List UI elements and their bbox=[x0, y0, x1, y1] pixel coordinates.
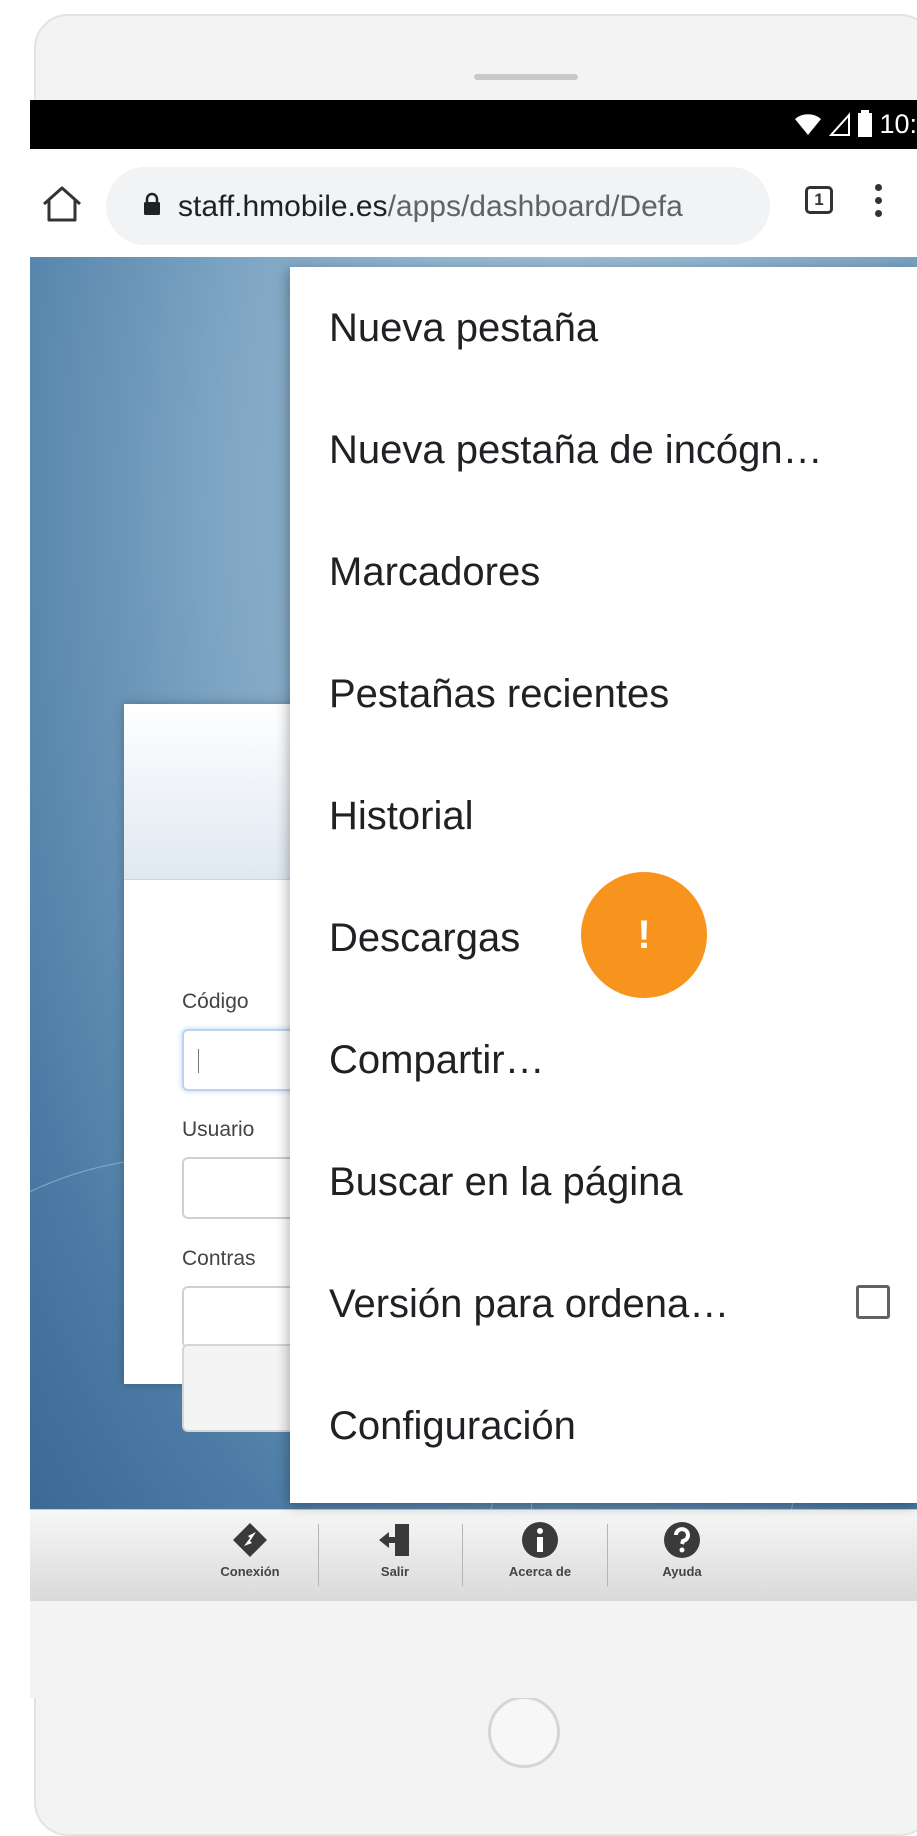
bottom-bar-separator bbox=[318, 1524, 319, 1586]
alert-badge: ! bbox=[581, 872, 707, 998]
url-text: staff.hmobile.es/apps/dashboard/Defa bbox=[178, 190, 683, 224]
menu-item-label: Nueva pestaña bbox=[329, 305, 599, 350]
status-time: 10: bbox=[879, 108, 917, 139]
password-label: Contras bbox=[182, 1247, 256, 1270]
url-host: staff.hmobile.es bbox=[178, 190, 388, 223]
info-icon bbox=[522, 1522, 558, 1558]
text-caret bbox=[198, 1049, 199, 1073]
signal-icon bbox=[829, 112, 851, 136]
connection-label: Conexión bbox=[220, 1564, 280, 1579]
about-label: Acerca de bbox=[508, 1564, 572, 1579]
bottom-bar-separator bbox=[607, 1524, 608, 1586]
exit-label: Salir bbox=[380, 1564, 410, 1579]
tab-switcher-button[interactable]: 1 bbox=[805, 186, 833, 214]
about-button[interactable]: Acerca de bbox=[490, 1520, 590, 1579]
menu-item-history[interactable]: Historial bbox=[290, 755, 917, 877]
user-label: Usuario bbox=[182, 1118, 255, 1141]
menu-item-label: Nueva pestaña de incógn… bbox=[329, 427, 823, 472]
battery-icon bbox=[858, 110, 873, 137]
wifi-icon bbox=[795, 114, 822, 135]
menu-item-find-in-page[interactable]: Buscar en la página bbox=[290, 1121, 917, 1243]
screen-bottom-area bbox=[30, 1601, 917, 1698]
home-icon[interactable] bbox=[40, 184, 84, 224]
device-screen: 10: staff.hmobile.es/apps/dashboard/Defa… bbox=[30, 100, 917, 1698]
menu-item-recent-tabs[interactable]: Pestañas recientes bbox=[290, 633, 917, 755]
url-path: /apps/dashboard/Defa bbox=[387, 190, 683, 223]
menu-item-label: Marcadores bbox=[329, 549, 541, 594]
device-speaker bbox=[474, 74, 578, 80]
help-button[interactable]: Ayuda bbox=[632, 1520, 732, 1579]
menu-item-new-tab[interactable]: Nueva pestaña bbox=[290, 267, 917, 389]
connection-button[interactable]: Conexión bbox=[200, 1520, 300, 1579]
more-options-icon[interactable] bbox=[875, 184, 883, 224]
menu-item-label: Configuración bbox=[329, 1403, 576, 1448]
device-home-button[interactable] bbox=[488, 1696, 560, 1768]
lock-icon bbox=[144, 192, 160, 215]
menu-item-label: Versión para ordena… bbox=[329, 1281, 730, 1326]
exit-door-icon bbox=[379, 1524, 409, 1556]
code-label: Código bbox=[182, 990, 249, 1013]
menu-item-label: Pestañas recientes bbox=[329, 671, 670, 716]
address-bar[interactable]: staff.hmobile.es/apps/dashboard/Defa bbox=[106, 167, 770, 245]
menu-item-share[interactable]: Compartir… bbox=[290, 999, 917, 1121]
help-icon bbox=[664, 1522, 700, 1558]
exit-button[interactable]: Salir bbox=[345, 1520, 445, 1579]
menu-item-settings[interactable]: Configuración bbox=[290, 1365, 917, 1487]
menu-item-desktop-site[interactable]: Versión para ordena… bbox=[290, 1243, 917, 1365]
status-bar: 10: bbox=[30, 100, 917, 149]
menu-item-label: Buscar en la página bbox=[329, 1159, 683, 1204]
status-icons: 10: bbox=[793, 109, 917, 139]
connection-icon bbox=[233, 1523, 267, 1557]
bottom-bar-separator bbox=[462, 1524, 463, 1586]
menu-item-bookmarks[interactable]: Marcadores bbox=[290, 511, 917, 633]
app-bottom-bar: Conexión Salir Acerca de Ayuda bbox=[30, 1509, 917, 1602]
menu-item-new-incognito-tab[interactable]: Nueva pestaña de incógn… bbox=[290, 389, 917, 511]
help-label: Ayuda bbox=[662, 1564, 702, 1579]
browser-toolbar: staff.hmobile.es/apps/dashboard/Defa 1 bbox=[30, 149, 917, 257]
menu-item-label: Historial bbox=[329, 793, 474, 838]
desktop-site-checkbox[interactable] bbox=[856, 1285, 890, 1319]
menu-item-label: Compartir… bbox=[329, 1037, 545, 1082]
menu-item-label: Descargas bbox=[329, 915, 521, 960]
